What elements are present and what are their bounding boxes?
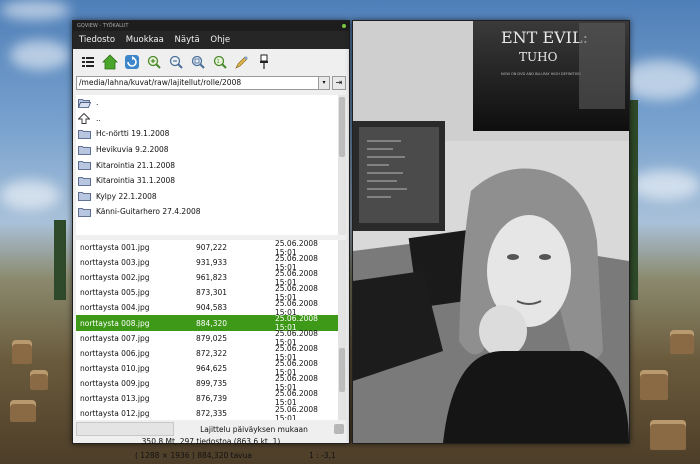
file-size: 904,583 [196, 303, 228, 313]
directory-item-label: Kylpy 22.1.2008 [96, 191, 157, 201]
file-browser-window: GQVIEW - TYÖKALUT Tiedosto Muokkaa Näytä… [72, 20, 350, 460]
file-list-scrollbar[interactable] [338, 240, 346, 420]
file-size: 931,933 [196, 258, 228, 268]
home-icon[interactable] [101, 53, 119, 71]
menu-tiedosto[interactable]: Tiedosto [79, 35, 115, 45]
window-status-dot-icon [342, 24, 346, 28]
file-size: 964,625 [196, 363, 228, 373]
filter-field[interactable] [76, 422, 174, 436]
directory-item-label: Hc-nörtti 19.1.2008 [96, 129, 170, 139]
file-date: 25.06.2008 15:01 [275, 404, 318, 420]
status-image-info: ( 1288 × 1936 ) 884,320 tavua [135, 451, 252, 460]
path-bar: /media/lahna/kuvat/raw/lajitellut/rolle/… [76, 76, 346, 90]
file-name: norttaysta 001.jpg [80, 243, 150, 253]
file-row[interactable]: norttaysta 012.jpg 872,335 25.06.2008 15:0… [76, 404, 338, 420]
sort-bar: Lajittelu päiväyksen mukaan [76, 422, 346, 436]
file-name: norttaysta 012.jpg [80, 409, 150, 419]
folder-icon [78, 145, 92, 155]
status-summary: 350,8 Mt, 297 tiedostoa (863,6 kt, 1) [141, 437, 281, 446]
refresh-icon[interactable] [123, 53, 141, 71]
file-size: 899,735 [196, 378, 228, 388]
file-name: norttaysta 009.jpg [80, 378, 150, 388]
zoom-fit-icon[interactable] [189, 53, 207, 71]
toolbar: 1 [73, 49, 349, 75]
file-name: norttaysta 008.jpg [80, 318, 150, 328]
file-name: norttaysta 013.jpg [80, 393, 150, 403]
directory-item-label: . [96, 98, 99, 108]
directory-item[interactable]: Hevikuvia 9.2.2008 [76, 142, 338, 158]
folder-open-icon [78, 98, 92, 108]
path-history-dropdown[interactable]: ▾ [319, 76, 330, 90]
window-titlebar[interactable]: GQVIEW - TYÖKALUT [73, 21, 349, 31]
directory-scrollbar[interactable] [338, 95, 346, 235]
directory-item[interactable]: . [76, 95, 338, 111]
zoom-out-icon[interactable] [167, 53, 185, 71]
directory-item[interactable]: Kylpy 22.1.2008 [76, 189, 338, 205]
window-title: GQVIEW - TYÖKALUT [77, 23, 129, 29]
file-name: norttaysta 002.jpg [80, 273, 150, 283]
menu-nayta[interactable]: Näytä [175, 35, 200, 45]
file-size: 872,322 [196, 348, 228, 358]
file-list: norttaysta 001.jpg 907,222 25.06.2008 15:0… [76, 240, 338, 420]
path-go-button[interactable]: ⇥ [332, 76, 346, 90]
file-name: norttaysta 007.jpg [80, 333, 150, 343]
file-name: norttaysta 006.jpg [80, 348, 150, 358]
file-name: norttaysta 010.jpg [80, 363, 150, 373]
pin-icon[interactable] [255, 53, 273, 71]
file-size: 907,222 [196, 243, 228, 253]
poster-tagline: NOW ON DVD AND BLU-RAY HIGH DEFINITION [501, 72, 581, 76]
directory-item-label: Kitarointia 21.1.2008 [96, 160, 176, 170]
up-arrow-icon [78, 112, 92, 124]
folder-icon [78, 129, 92, 139]
image-window[interactable]: ENT EVIL: TUHO NOW ON DVD AND BLU-RAY HI… [352, 20, 630, 444]
menu-muokkaa[interactable]: Muokkaa [126, 35, 164, 45]
photo-image: ENT EVIL: TUHO NOW ON DVD AND BLU-RAY HI… [353, 21, 629, 443]
directory-item-label: .. [96, 113, 101, 123]
status-zoom: 1 : -3,1 [309, 451, 336, 460]
folder-icon [78, 191, 92, 202]
directory-item-label: Hevikuvia 9.2.2008 [96, 145, 169, 155]
zoom-100-icon[interactable]: 1 [211, 53, 229, 71]
directory-item[interactable]: Hc-nörtti 19.1.2008 [76, 126, 338, 142]
directory-item[interactable]: .. [76, 111, 338, 127]
sort-order-toggle[interactable] [334, 424, 344, 434]
directory-item[interactable]: Kitarointia 21.1.2008 [76, 157, 338, 173]
folder-icon [78, 207, 92, 217]
edit-icon[interactable] [233, 53, 251, 71]
file-name: norttaysta 005.jpg [80, 288, 150, 298]
file-size: 884,320 [196, 318, 228, 328]
path-input[interactable]: /media/lahna/kuvat/raw/lajitellut/rolle/… [76, 76, 319, 90]
folder-icon [78, 176, 92, 186]
directory-item[interactable]: Kitarointia 31.1.2008 [76, 173, 338, 189]
zoom-in-icon[interactable] [145, 53, 163, 71]
directory-item-label: Kitarointia 31.1.2008 [96, 176, 176, 186]
file-size: 961,823 [196, 273, 228, 283]
directory-item-label: Känni-Guitarhero 27.4.2008 [96, 207, 201, 217]
directory-list: ... Hc-nörtti 19.1.2008 Hevikuvia 9.2.2008… [76, 95, 338, 235]
file-size: 879,025 [196, 333, 228, 343]
file-size: 873,301 [196, 288, 228, 298]
directory-item[interactable]: Känni-Guitarhero 27.4.2008 [76, 204, 338, 220]
list-view-icon[interactable] [79, 53, 97, 71]
poster-title: ENT EVIL: [501, 28, 588, 47]
poster-subtitle: TUHO [519, 50, 558, 64]
file-name: norttaysta 004.jpg [80, 303, 150, 313]
menubar: Tiedosto Muokkaa Näytä Ohje [73, 31, 349, 49]
folder-icon [78, 160, 92, 171]
sort-menu-button[interactable]: Lajittelu päiväyksen mukaan [174, 425, 334, 434]
svg-text:1: 1 [217, 59, 220, 65]
menu-ohje[interactable]: Ohje [210, 35, 230, 45]
file-name: norttaysta 003.jpg [80, 258, 150, 268]
file-size: 872,335 [196, 409, 228, 419]
file-size: 876,739 [196, 393, 228, 403]
